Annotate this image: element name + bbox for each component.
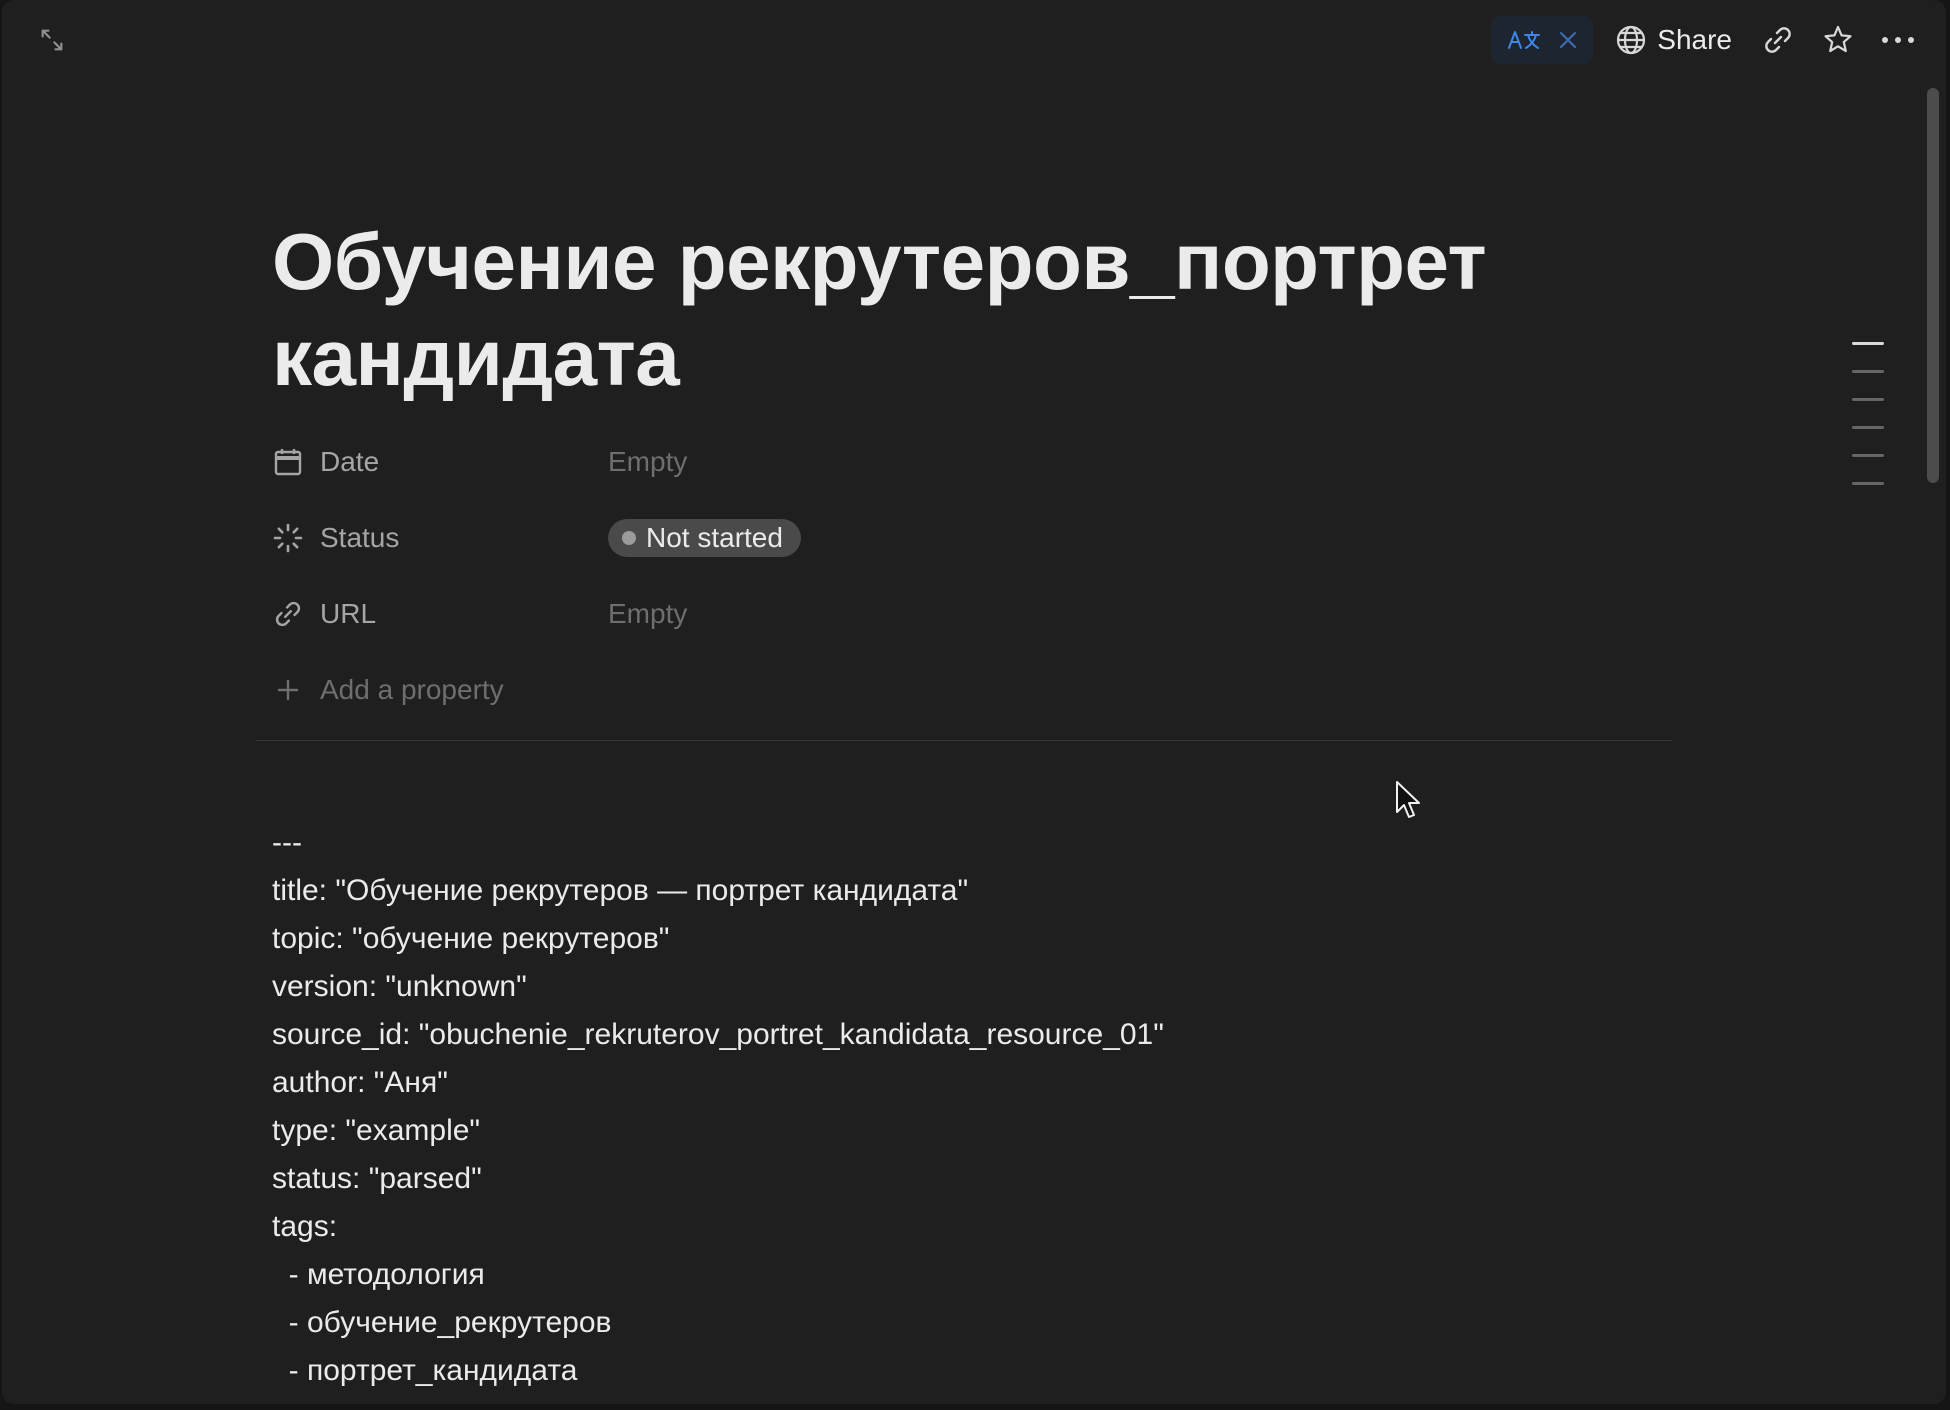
page-window: Share Обучение рекрутеров_портрет кандид… (2, 0, 1946, 1404)
globe-icon (1615, 24, 1647, 56)
text-line[interactable]: --- (272, 819, 1164, 867)
property-name[interactable]: Status (272, 522, 608, 554)
outline-item[interactable] (1852, 398, 1884, 401)
scrollbar-thumb[interactable] (1927, 88, 1939, 483)
status-label: Not started (646, 522, 783, 553)
add-property-label: Add a property (320, 674, 504, 705)
share-button[interactable]: Share (1605, 16, 1742, 64)
outline-item[interactable] (1852, 426, 1884, 429)
text-line[interactable]: - методология (272, 1251, 1164, 1299)
text-line[interactable]: tags: (272, 1203, 1164, 1251)
property-label: Status (320, 522, 400, 553)
plus-icon (272, 678, 304, 702)
property-label: URL (320, 598, 377, 629)
expand-icon[interactable] (34, 22, 70, 58)
property-status: Status Not started (272, 500, 1672, 576)
translate-group (1491, 16, 1594, 64)
outline-item[interactable] (1852, 342, 1884, 345)
page-title[interactable]: Обучение рекрутеров_портрет кандидата (272, 214, 1602, 406)
property-name[interactable]: Date (272, 446, 608, 478)
property-url: URL Empty (272, 576, 1672, 652)
text-line[interactable]: - портрет_кандидата (272, 1347, 1164, 1395)
copy-link-icon[interactable] (1754, 16, 1802, 64)
translate-icon[interactable] (1507, 27, 1541, 53)
date-value[interactable]: Empty (608, 438, 687, 486)
text-line[interactable]: author: "Аня" (272, 1059, 1164, 1107)
outline-item[interactable] (1852, 454, 1884, 457)
share-label: Share (1657, 24, 1732, 55)
outline-item[interactable] (1852, 482, 1884, 485)
star-icon[interactable] (1814, 16, 1862, 64)
text-line[interactable]: status: "parsed" (272, 1155, 1164, 1203)
more-options-icon[interactable] (1874, 16, 1922, 64)
property-label: Date (320, 446, 380, 477)
property-date: Date Empty (272, 424, 1672, 500)
text-line[interactable]: version: "unknown" (272, 963, 1164, 1011)
status-icon (272, 522, 304, 554)
text-line[interactable]: type: "example" (272, 1107, 1164, 1155)
properties-panel: Date Empty Status Not started URL Empty … (272, 424, 1672, 720)
text-line[interactable]: topic: "обучение рекрутеров" (272, 915, 1164, 963)
status-value[interactable]: Not started (608, 514, 801, 562)
divider (256, 740, 1672, 741)
add-property-button[interactable]: Add a property (272, 660, 1672, 720)
property-name[interactable]: URL (272, 598, 608, 630)
text-line[interactable]: - обучение_рекрутеров (272, 1299, 1164, 1347)
outline-item[interactable] (1852, 370, 1884, 373)
text-line[interactable]: title: "Обучение рекрутеров — портрет ка… (272, 867, 1164, 915)
status-dot-icon (622, 531, 636, 545)
close-icon[interactable] (1559, 31, 1577, 49)
mouse-pointer-icon (1395, 780, 1421, 825)
scrollbar[interactable] (1924, 88, 1942, 1388)
calendar-icon (272, 446, 304, 478)
link-icon (272, 598, 304, 630)
page-content[interactable]: --- title: "Обучение рекрутеров — портре… (272, 819, 1164, 1395)
top-toolbar: Share (1491, 14, 1922, 66)
table-of-contents (1852, 342, 1886, 510)
text-line[interactable]: source_id: "obuchenie_rekruterov_portret… (272, 1011, 1164, 1059)
url-value[interactable]: Empty (608, 590, 687, 638)
status-badge: Not started (608, 519, 801, 557)
